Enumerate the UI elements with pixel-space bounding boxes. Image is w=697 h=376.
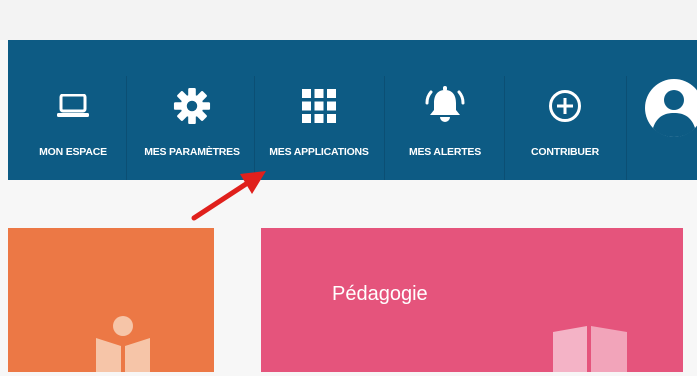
bell-icon [423, 86, 467, 126]
main-navbar: MON ESPACE MES PARAMÈTRES MES APPLICATIO… [8, 40, 697, 180]
nav-mon-espace[interactable]: MON ESPACE [38, 40, 108, 180]
top-strip [0, 0, 697, 40]
nav-label: MON ESPACE [39, 146, 107, 158]
plus-circle-icon [548, 86, 582, 126]
nav-mes-parametres[interactable]: MES PARAMÈTRES [136, 40, 248, 180]
tile-title: Pédagogie [332, 283, 428, 305]
red-arrow-annotation [191, 171, 266, 221]
nav-label: MES ALERTES [408, 146, 482, 158]
reader-icon [96, 316, 150, 372]
nav-label: CONTRIBUER [531, 146, 599, 158]
nav-divider [504, 76, 505, 180]
laptop-icon [57, 86, 89, 126]
nav-divider [626, 76, 627, 180]
nav-label: MES APPLICATIONS [269, 146, 369, 158]
gear-icon [173, 86, 211, 126]
user-avatar-icon [638, 78, 697, 138]
pedagogie-tile[interactable]: Pédagogie [261, 228, 683, 372]
nav-label: MES PARAMÈTRES [144, 146, 240, 158]
nav-mes-alertes[interactable]: MES ALERTES [400, 40, 490, 180]
nav-divider [126, 76, 127, 180]
orange-tile[interactable] [8, 228, 214, 372]
apps-grid-icon [302, 86, 336, 126]
book-icon [553, 326, 627, 372]
nav-divider [384, 76, 385, 180]
nav-mes-applications[interactable]: MES APPLICATIONS [260, 40, 378, 180]
user-avatar-button[interactable] [638, 40, 697, 180]
nav-divider [254, 76, 255, 180]
nav-contribuer[interactable]: CONTRIBUER [520, 40, 610, 180]
